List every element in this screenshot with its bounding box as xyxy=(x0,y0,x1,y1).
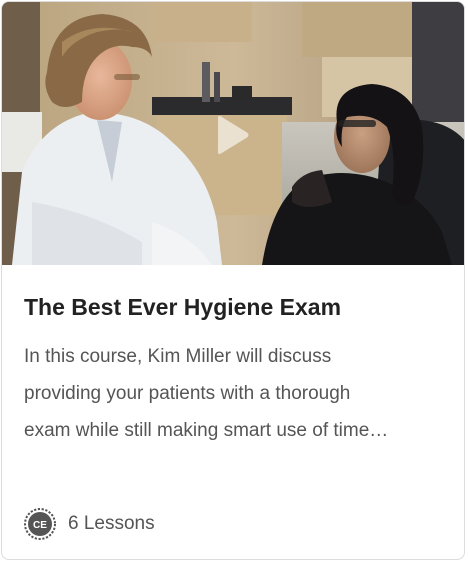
course-footer: CE 6 Lessons xyxy=(24,507,155,541)
lesson-count: 6 Lessons xyxy=(68,513,155,534)
course-thumbnail[interactable] xyxy=(2,2,464,265)
course-title[interactable]: The Best Ever Hygiene Exam xyxy=(24,290,444,324)
ce-badge-text: CE xyxy=(33,520,47,531)
description-line: exam while still making smart use of tim… xyxy=(24,420,389,441)
description-line: providing your patients with a thorough xyxy=(24,383,351,404)
play-icon[interactable] xyxy=(214,115,250,155)
ce-badge-icon: CE xyxy=(24,508,56,540)
course-card[interactable]: The Best Ever Hygiene Exam In this cours… xyxy=(1,1,465,560)
course-description: In this course, Kim Miller will discuss … xyxy=(24,338,444,449)
description-line: In this course, Kim Miller will discuss xyxy=(24,346,332,367)
